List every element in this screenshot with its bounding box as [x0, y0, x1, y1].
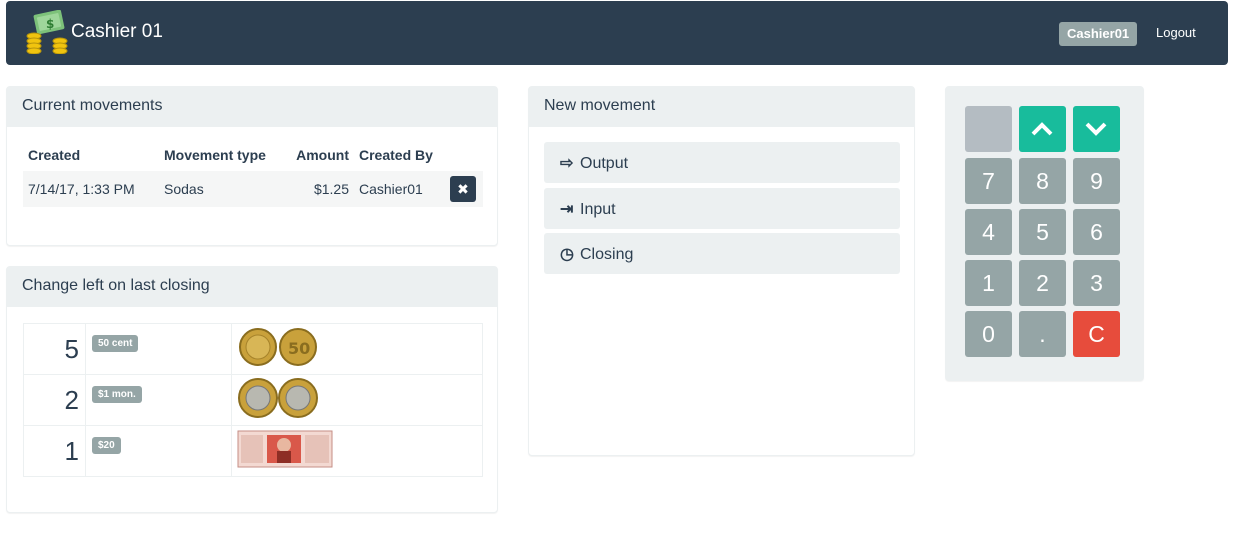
keypad-up-button[interactable] — [1019, 106, 1066, 152]
delete-movement-button[interactable]: ✖ — [450, 176, 476, 202]
current-movements-panel: Current movements Created Movement type … — [6, 86, 498, 246]
change-table: 5 50 cent 50 2 $1 mon. 1 $20 — [23, 323, 483, 477]
keypad-panel: 7 8 9 4 5 6 1 2 3 0 . C — [945, 86, 1144, 381]
denomination-label-cell: $20 — [85, 425, 232, 477]
cell-movement-type: Sodas — [159, 171, 277, 207]
table-header-row: Created Movement type Amount Created By — [23, 147, 483, 171]
chevron-down-icon — [1085, 122, 1107, 136]
top-navbar: $ Cashier 01 Cashier01 Logout — [6, 1, 1228, 65]
table-row: 7/14/17, 1:33 PM Sodas $1.25 Cashier01 ✖ — [23, 171, 483, 207]
cell-actions: ✖ — [445, 171, 483, 207]
denomination-image-cell — [231, 425, 483, 477]
new-movement-heading: New movement — [529, 87, 914, 127]
keypad-key-4[interactable]: 4 — [965, 209, 1012, 255]
coin-50-cent-image: 50 — [239, 327, 317, 366]
closing-button-label: Closing — [580, 246, 634, 263]
sign-in-icon: ⇥ — [560, 201, 574, 218]
clock-icon: ◷ — [560, 246, 574, 263]
denomination-count: 2 — [23, 374, 86, 426]
cash-logo-icon: $ — [26, 10, 68, 54]
chevron-up-icon — [1031, 122, 1053, 136]
change-row: 5 50 cent 50 — [23, 323, 483, 375]
column-header-movement-type: Movement type — [164, 147, 266, 163]
column-header-created-by: Created By — [359, 147, 433, 163]
output-button-label: Output — [580, 155, 629, 172]
denomination-image-cell: 50 — [231, 323, 483, 375]
column-header-amount: Amount — [296, 147, 349, 163]
change-left-panel: Change left on last closing 5 50 cent 50… — [6, 266, 498, 513]
cell-created: 7/14/17, 1:33 PM — [23, 171, 159, 207]
keypad-key-9[interactable]: 9 — [1073, 158, 1120, 204]
input-button[interactable]: ⇥ Input — [544, 188, 900, 229]
keypad-key-7[interactable]: 7 — [965, 158, 1012, 204]
keypad-key-8[interactable]: 8 — [1019, 158, 1066, 204]
keypad-clear-button[interactable]: C — [1073, 311, 1120, 357]
change-row: 1 $20 — [23, 425, 483, 477]
app-title[interactable]: Cashier 01 — [71, 21, 163, 43]
coin-1-peso-image — [238, 377, 318, 418]
keypad-key-3[interactable]: 3 — [1073, 260, 1120, 306]
cell-created-by: Cashier01 — [354, 171, 445, 207]
denomination-label-cell: $1 mon. — [85, 374, 232, 426]
current-movements-heading: Current movements — [7, 87, 497, 127]
change-left-heading: Change left on last closing — [7, 267, 497, 307]
svg-text:$: $ — [46, 17, 54, 31]
user-badge: Cashier01 — [1059, 22, 1138, 46]
change-row: 2 $1 mon. — [23, 374, 483, 426]
denomination-count: 5 — [23, 323, 86, 375]
keypad-key-decimal[interactable]: . — [1019, 311, 1066, 357]
denomination-badge: 50 cent — [92, 335, 139, 352]
keypad-down-button[interactable] — [1073, 106, 1120, 152]
keypad-key-2[interactable]: 2 — [1019, 260, 1066, 306]
keypad-key-1[interactable]: 1 — [965, 260, 1012, 306]
keypad-key-5[interactable]: 5 — [1019, 209, 1066, 255]
denomination-image-cell — [231, 374, 483, 426]
new-movement-panel: New movement ⇨ Output ⇥ Input ◷ Closing — [528, 86, 915, 456]
output-button[interactable]: ⇨ Output — [544, 142, 900, 183]
sign-out-icon: ⇨ — [560, 155, 574, 172]
closing-button[interactable]: ◷ Closing — [544, 233, 900, 274]
cell-amount: $1.25 — [277, 171, 354, 207]
denomination-count: 1 — [23, 425, 86, 477]
column-header-actions — [445, 147, 483, 171]
denomination-badge: $20 — [92, 437, 121, 454]
close-icon: ✖ — [457, 181, 469, 197]
denomination-label-cell: 50 cent — [85, 323, 232, 375]
keypad-key-0[interactable]: 0 — [965, 311, 1012, 357]
movements-table: Created Movement type Amount Created By … — [23, 147, 483, 207]
column-header-created: Created — [28, 147, 81, 163]
bill-20-peso-image — [237, 430, 333, 467]
keypad-key-6[interactable]: 6 — [1073, 209, 1120, 255]
input-button-label: Input — [580, 201, 616, 218]
denomination-badge: $1 mon. — [92, 386, 142, 403]
keypad-blank-key[interactable] — [965, 106, 1012, 152]
svg-text:50: 50 — [288, 339, 310, 358]
logout-link[interactable]: Logout — [1156, 25, 1196, 40]
